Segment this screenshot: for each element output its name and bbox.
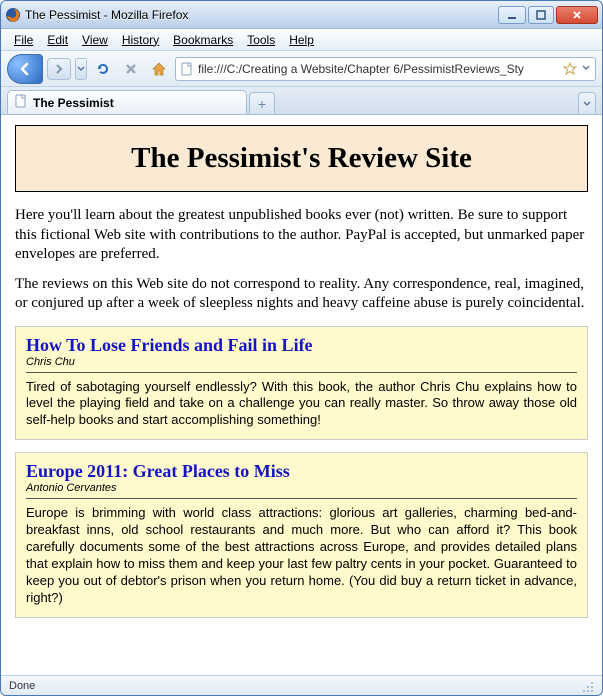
- bookmark-star-icon[interactable]: [563, 62, 577, 76]
- firefox-icon: [5, 7, 21, 23]
- review-author: Chris Chu: [26, 356, 577, 373]
- review-card: Europe 2011: Great Places to Miss Antoni…: [15, 452, 588, 617]
- page-heading: The Pessimist's Review Site: [26, 142, 577, 175]
- review-title: How To Lose Friends and Fail in Life: [26, 335, 577, 356]
- forward-button[interactable]: [47, 58, 71, 80]
- page-icon: [180, 62, 194, 76]
- page-viewport[interactable]: The Pessimist's Review Site Here you'll …: [1, 115, 602, 675]
- review-card: How To Lose Friends and Fail in Life Chr…: [15, 326, 588, 441]
- hero-banner: The Pessimist's Review Site: [15, 125, 588, 192]
- chevron-down-icon: [582, 99, 592, 109]
- review-body: Europe is brimming with world class attr…: [26, 505, 577, 606]
- intro-paragraph-2: The reviews on this Web site do not corr…: [15, 275, 588, 314]
- reload-button[interactable]: [91, 57, 115, 81]
- review-body: Tired of sabotaging yourself endlessly? …: [26, 379, 577, 430]
- tab-title: The Pessimist: [33, 96, 114, 110]
- title-bar: The Pessimist - Mozilla Firefox: [1, 1, 602, 29]
- url-text: file:///C:/Creating a Website/Chapter 6/…: [198, 62, 559, 76]
- maximize-button[interactable]: [528, 6, 554, 24]
- arrow-left-icon: [17, 61, 33, 77]
- stop-button[interactable]: [119, 57, 143, 81]
- review-title: Europe 2011: Great Places to Miss: [26, 461, 577, 482]
- menu-history[interactable]: History: [115, 31, 166, 49]
- intro-paragraph-1: Here you'll learn about the greatest unp…: [15, 206, 588, 265]
- tab-active[interactable]: The Pessimist: [7, 90, 247, 114]
- nav-history-dropdown[interactable]: [75, 58, 87, 80]
- page-icon: [14, 94, 28, 111]
- url-bar[interactable]: file:///C:/Creating a Website/Chapter 6/…: [175, 57, 596, 81]
- menu-bar: File Edit View History Bookmarks Tools H…: [1, 29, 602, 51]
- nav-toolbar: file:///C:/Creating a Website/Chapter 6/…: [1, 51, 602, 87]
- close-button[interactable]: [556, 6, 598, 24]
- status-bar: Done: [1, 675, 602, 695]
- menu-bookmarks[interactable]: Bookmarks: [166, 31, 240, 49]
- back-button[interactable]: [7, 54, 43, 84]
- status-text: Done: [9, 680, 35, 692]
- arrow-right-icon: [53, 63, 65, 75]
- minimize-button[interactable]: [498, 6, 526, 24]
- stop-icon: [124, 62, 138, 76]
- tabs-menu-button[interactable]: [578, 92, 596, 114]
- resize-grip[interactable]: [580, 679, 594, 693]
- new-tab-button[interactable]: +: [249, 92, 275, 114]
- menu-tools[interactable]: Tools: [240, 31, 282, 49]
- review-author: Antonio Cervantes: [26, 482, 577, 499]
- menu-file[interactable]: File: [7, 31, 40, 49]
- url-dropdown-icon[interactable]: [581, 62, 591, 76]
- menu-view[interactable]: View: [75, 31, 115, 49]
- menu-edit[interactable]: Edit: [40, 31, 75, 49]
- window-controls: [498, 6, 598, 24]
- chevron-down-icon: [77, 65, 85, 73]
- reload-icon: [95, 61, 111, 77]
- menu-help[interactable]: Help: [282, 31, 321, 49]
- window-title: The Pessimist - Mozilla Firefox: [25, 8, 498, 22]
- home-icon: [151, 61, 167, 77]
- tab-strip: The Pessimist +: [1, 87, 602, 115]
- home-button[interactable]: [147, 57, 171, 81]
